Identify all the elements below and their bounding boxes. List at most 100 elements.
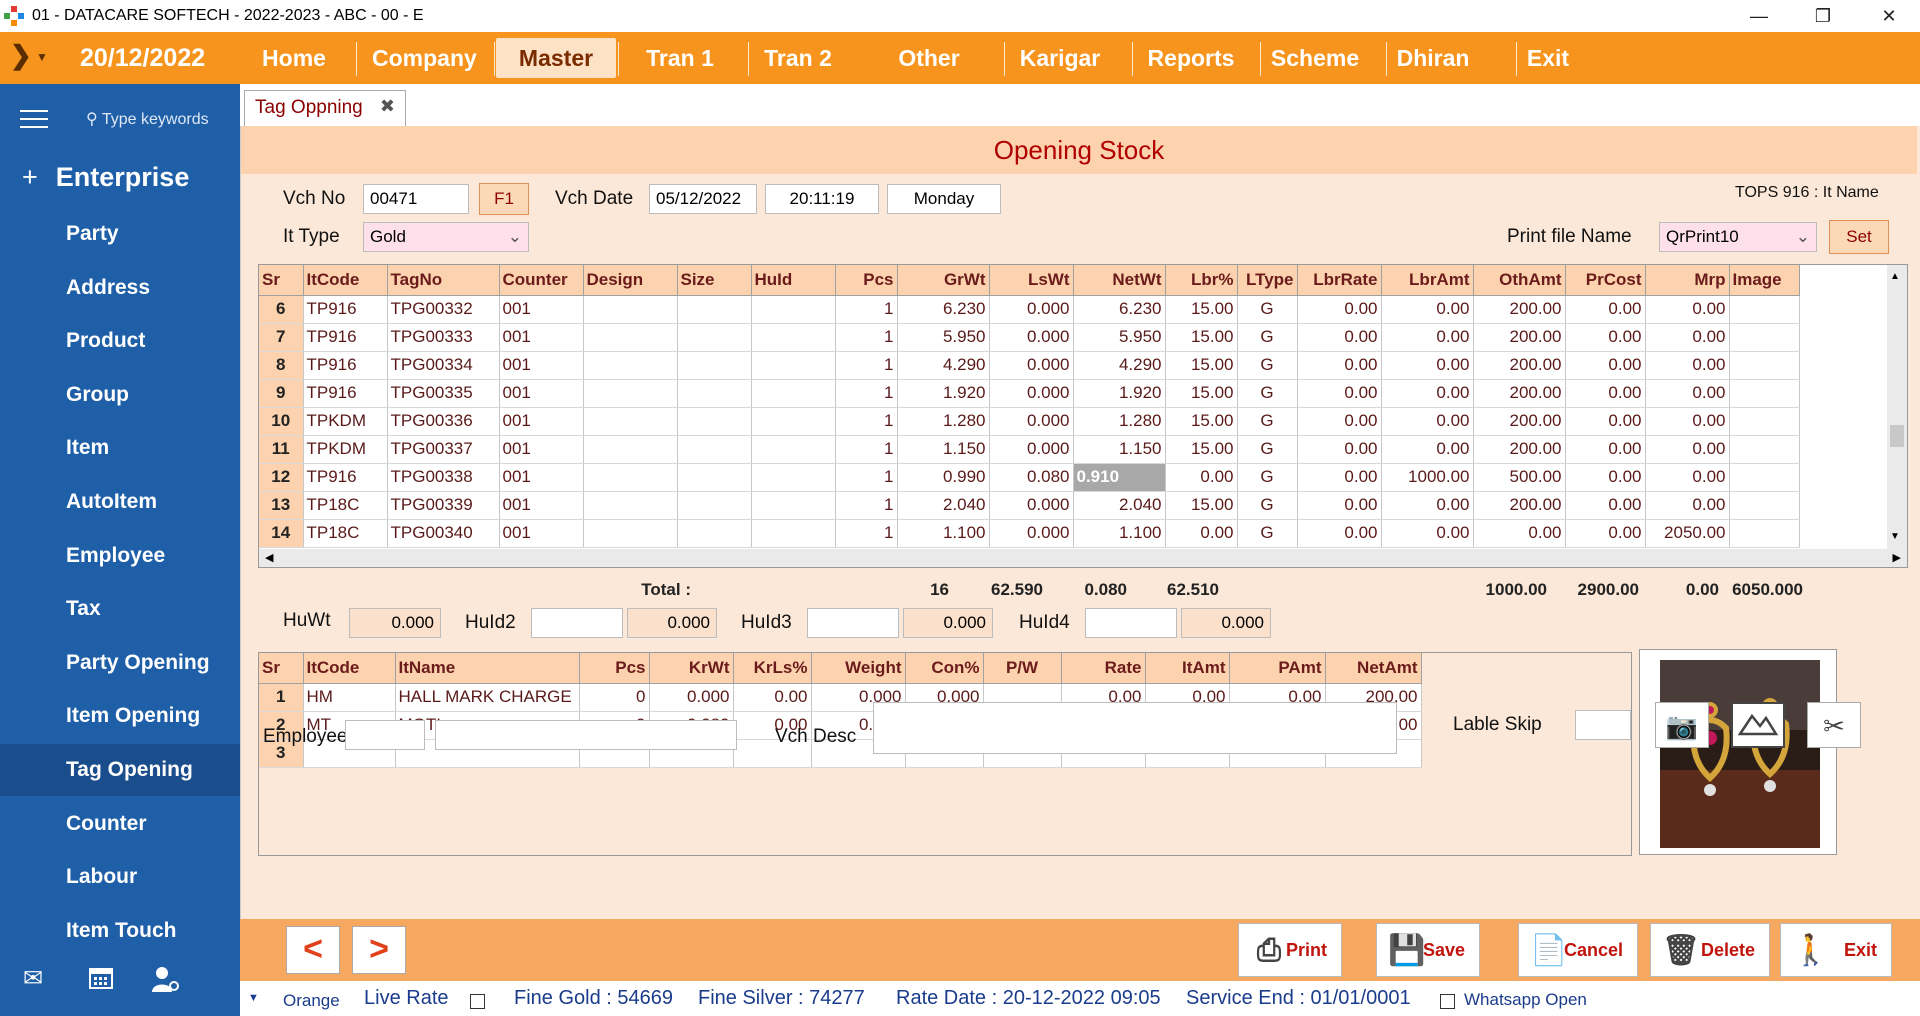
table-cell[interactable]: TP916 [303, 295, 388, 324]
table-cell[interactable]: 0.080 [989, 463, 1074, 492]
table-cell[interactable]: 0.00 [1565, 351, 1646, 380]
huid2-input[interactable] [531, 608, 623, 638]
huid2-wt-input[interactable]: 0.000 [627, 608, 717, 638]
camera-button[interactable]: 📷 [1655, 702, 1709, 748]
table-cell[interactable]: HALL MARK CHARGE [395, 683, 580, 712]
table-cell[interactable]: 0.00 [1645, 463, 1730, 492]
table-cell[interactable]: 6.230 [1073, 295, 1166, 324]
table-cell[interactable]: 0.000 [989, 379, 1074, 408]
user-settings-icon[interactable] [150, 964, 180, 994]
table-row[interactable]: 6 TP916 TPG00332 001 1 6.230 0.000 6.230 15.00 G 0… [259, 295, 1800, 324]
table-cell[interactable]: 0.00 [1645, 295, 1730, 324]
column-header[interactable]: TagNo [387, 265, 500, 296]
cut-button[interactable]: ✂ [1807, 702, 1861, 748]
table-cell[interactable]: TP916 [303, 463, 388, 492]
table-cell[interactable]: 0.00 [1565, 295, 1646, 324]
delete-button[interactable]: 🗑 Delete [1650, 923, 1770, 977]
calendar-icon[interactable] [86, 964, 116, 994]
table-cell[interactable]: 0.00 [1297, 519, 1382, 548]
table-cell[interactable] [751, 379, 836, 408]
scroll-thumb[interactable] [1890, 425, 1904, 447]
close-window-icon[interactable]: ✕ [1866, 2, 1912, 30]
table-cell[interactable]: 0.00 [1565, 379, 1646, 408]
sidebar-item-autoitem[interactable]: AutoItem [0, 476, 240, 528]
table-cell[interactable]: TPG00333 [387, 323, 500, 352]
table-cell[interactable]: 001 [499, 519, 584, 548]
table-cell[interactable]: 9 [259, 379, 304, 408]
column-header[interactable]: Sr [259, 653, 304, 684]
table-cell[interactable]: 2.040 [1073, 491, 1166, 520]
sidebar-item-item[interactable]: Item [0, 422, 240, 474]
table-cell[interactable] [583, 435, 678, 464]
column-header[interactable]: ItAmt [1145, 653, 1230, 684]
table-cell[interactable] [751, 323, 836, 352]
table-cell[interactable]: G [1237, 519, 1298, 548]
menu-home[interactable]: Home [262, 38, 326, 78]
table-cell[interactable] [1729, 435, 1800, 464]
table-cell[interactable]: 0.000 [989, 519, 1074, 548]
table-cell[interactable]: 0.000 [989, 295, 1074, 324]
image-button[interactable] [1731, 702, 1785, 748]
huid3-wt-input[interactable]: 0.000 [903, 608, 993, 638]
column-header[interactable]: Mrp [1645, 265, 1730, 296]
sidebar-item-tag-opening[interactable]: Tag Opening [0, 744, 240, 796]
huid4-input[interactable] [1085, 608, 1177, 638]
table-cell[interactable]: 1 [835, 379, 898, 408]
scroll-up-icon[interactable]: ▲ [1890, 271, 1900, 282]
table-cell[interactable]: 1000.00 [1381, 463, 1474, 492]
table-cell[interactable] [583, 519, 678, 548]
column-header[interactable]: OthAmt [1473, 265, 1566, 296]
close-tab-icon[interactable]: ✖ [380, 96, 395, 117]
sidebar-item-group[interactable]: Group [0, 369, 240, 421]
sidebar-item-labour[interactable]: Labour [0, 851, 240, 903]
table-row[interactable]: 13 TP18C TPG00339 001 1 2.040 0.000 2.040 15.00 G… [259, 491, 1800, 520]
table-cell[interactable] [583, 295, 678, 324]
table-cell[interactable]: 2050.00 [1645, 519, 1730, 548]
table-cell[interactable]: 001 [499, 323, 584, 352]
table-cell[interactable]: 0.00 [1565, 491, 1646, 520]
scroll-right-icon[interactable]: ▶ [1893, 551, 1901, 564]
column-header[interactable]: KrWt [649, 653, 734, 684]
table-cell[interactable] [677, 491, 752, 520]
table-cell[interactable] [1729, 295, 1800, 324]
menu-master[interactable]: Master [496, 38, 616, 78]
table-cell[interactable] [1729, 351, 1800, 380]
theme-select[interactable]: Orange [283, 991, 340, 1011]
table-cell[interactable]: 12 [259, 463, 304, 492]
table-cell[interactable]: 001 [499, 379, 584, 408]
table-cell[interactable]: TPKDM [303, 407, 388, 436]
vch-no-input[interactable]: 00471 [363, 184, 469, 214]
table-cell[interactable]: 0.00 [1565, 323, 1646, 352]
menu-tran-2[interactable]: Tran 2 [754, 38, 842, 78]
column-header[interactable]: Pcs [579, 653, 650, 684]
table-row[interactable]: 14 TP18C TPG00340 001 1 1.100 0.000 1.100 0.00 G 0… [259, 519, 1800, 548]
table-cell[interactable]: 0.000 [989, 351, 1074, 380]
table-cell[interactable]: 15.00 [1165, 295, 1238, 324]
table-cell[interactable] [677, 323, 752, 352]
table-cell[interactable]: 1.920 [897, 379, 990, 408]
table-cell[interactable] [677, 379, 752, 408]
table-cell[interactable]: 0.00 [1165, 519, 1238, 548]
table-cell[interactable]: 2.040 [897, 491, 990, 520]
table-cell[interactable]: 15.00 [1165, 407, 1238, 436]
table-cell[interactable]: 1 [835, 491, 898, 520]
table-cell[interactable] [1729, 323, 1800, 352]
table-cell[interactable]: HM [303, 683, 396, 712]
table-cell[interactable]: 1.280 [1073, 407, 1166, 436]
column-header[interactable]: Image [1729, 265, 1800, 296]
table-cell[interactable]: 0.000 [649, 683, 734, 712]
vch-desc-textarea[interactable] [873, 702, 1397, 754]
table-cell[interactable] [583, 491, 678, 520]
menu-reports[interactable]: Reports [1138, 38, 1244, 78]
table-cell[interactable]: 200.00 [1473, 379, 1566, 408]
table-cell[interactable] [677, 295, 752, 324]
table-cell[interactable]: 0.000 [989, 407, 1074, 436]
table-row[interactable]: 7 TP916 TPG00333 001 1 5.950 0.000 5.950 15.00 G 0… [259, 323, 1800, 352]
employee-name-input[interactable] [435, 720, 737, 750]
table-cell[interactable] [1729, 519, 1800, 548]
table-cell[interactable]: 0.00 [1381, 435, 1474, 464]
table-cell[interactable]: 0.00 [1381, 491, 1474, 520]
column-header[interactable]: NetAmt [1325, 653, 1422, 684]
print-button[interactable]: ⎙ Print [1238, 923, 1342, 977]
table-cell[interactable]: G [1237, 351, 1298, 380]
